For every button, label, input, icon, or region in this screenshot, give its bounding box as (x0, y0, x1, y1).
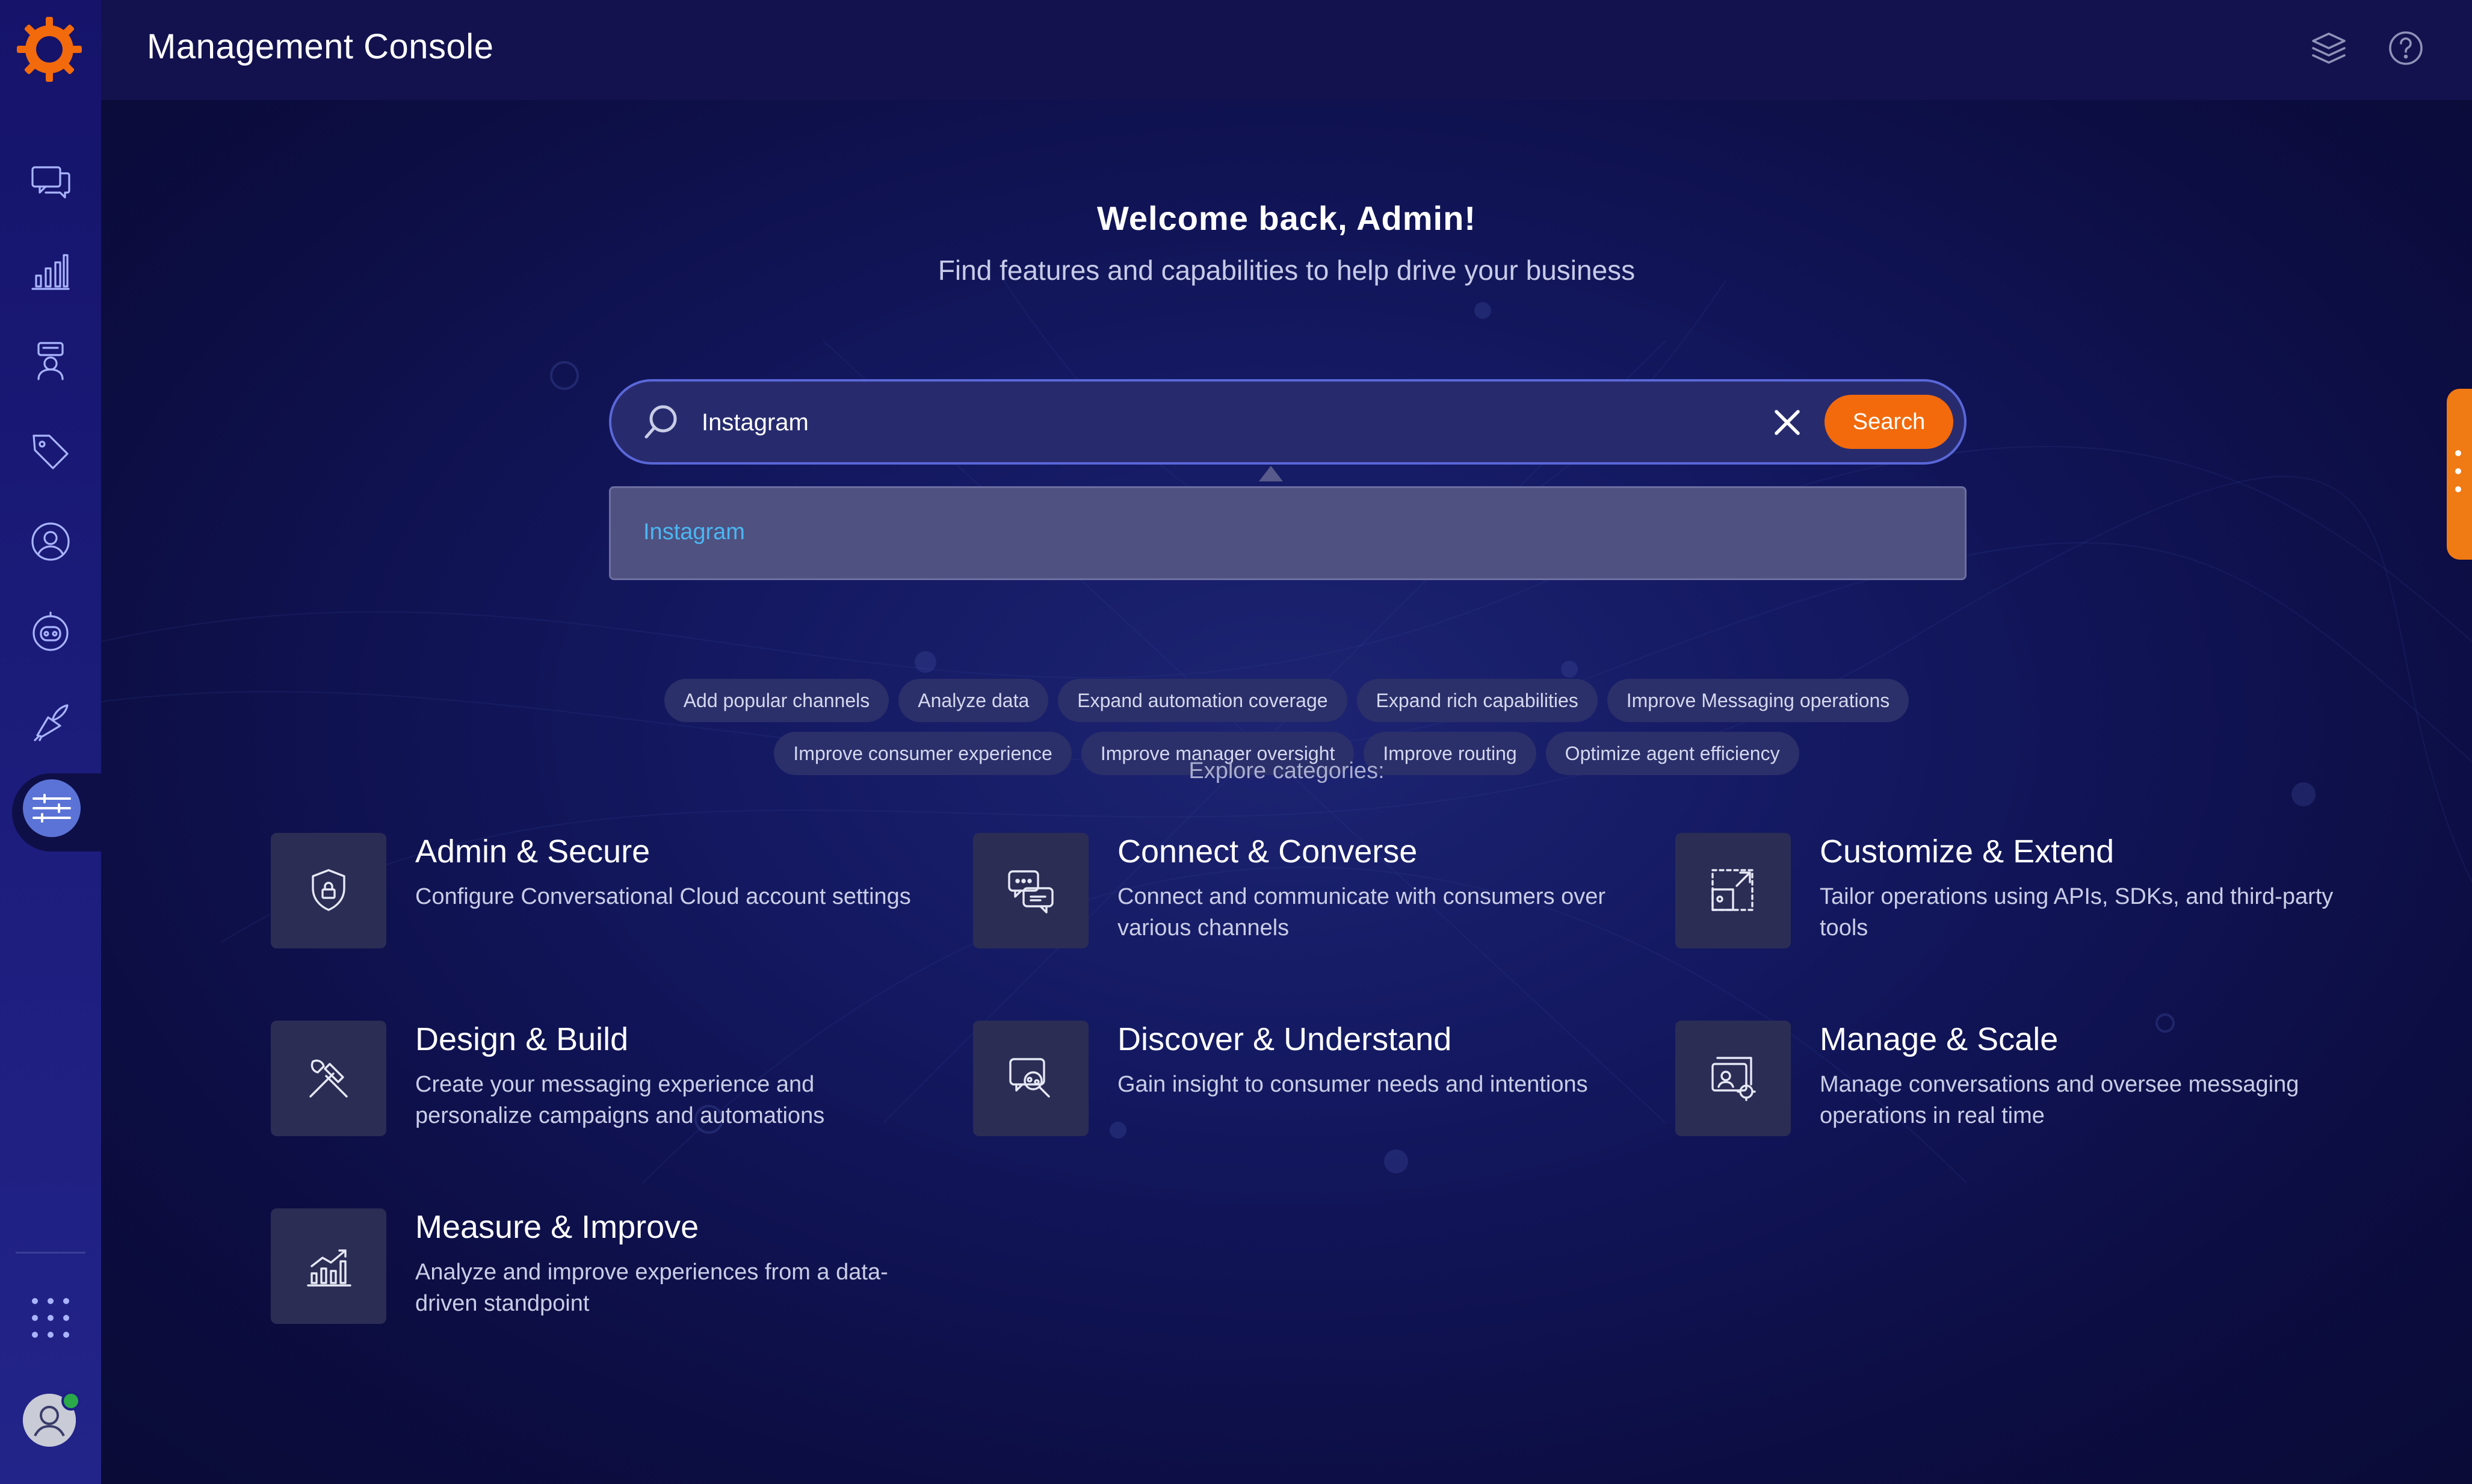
shield-lock-icon (312, 869, 345, 911)
agent-workspace-icon[interactable] (26, 337, 75, 385)
category-description: Tailor operations using APIs, SDKs, and … (1820, 884, 2334, 941)
analytics-icon[interactable] (26, 247, 75, 295)
category-tile (271, 1021, 386, 1136)
chip[interactable]: Expand automation coverage (1058, 679, 1347, 722)
tools-icon (309, 1059, 348, 1098)
chips-row-1: Add popular channels Analyze data Expand… (101, 679, 2472, 722)
category-title: Admin & Secure (415, 833, 650, 870)
category-tile (973, 1021, 1089, 1136)
welcome-title: Welcome back, Admin! (1097, 199, 1476, 237)
suggestion-item[interactable]: Instagram (643, 519, 745, 545)
drawer-dot (2455, 450, 2461, 456)
nav-active-item[interactable] (0, 767, 101, 858)
search-input[interactable] (702, 400, 1725, 445)
category-connect-converse[interactable]: Connect & Converse Connect and communica… (973, 833, 1647, 953)
category-customize-extend[interactable]: Customize & Extend Tailor operations usi… (1675, 833, 2349, 953)
search-button[interactable]: Search (1825, 395, 1953, 449)
category-tile (1675, 1021, 1791, 1136)
chip[interactable]: Analyze data (898, 679, 1049, 722)
category-tile (973, 833, 1089, 948)
drawer-dot (2455, 486, 2461, 492)
category-title: Manage & Scale (1820, 1021, 2059, 1057)
sidebar (0, 0, 101, 1484)
category-admin-secure[interactable]: Admin & Secure Configure Conversational … (271, 833, 945, 953)
category-title: Design & Build (415, 1021, 629, 1057)
category-design-build[interactable]: Design & Build Create your messaging exp… (271, 1021, 945, 1141)
app-title: Management Console (147, 27, 494, 66)
suggestion-caret (1259, 466, 1283, 481)
extend-icon (1711, 869, 1754, 911)
chip[interactable]: Add popular channels (664, 679, 889, 722)
chip[interactable]: Expand rich capabilities (1356, 679, 1598, 722)
conversations-icon[interactable] (26, 156, 75, 205)
users-icon[interactable] (26, 518, 75, 566)
drawer-dot (2455, 468, 2461, 474)
user-avatar[interactable] (23, 1391, 81, 1447)
chip[interactable]: Improve Messaging operations (1607, 679, 1909, 722)
apps-grid-icon[interactable] (26, 1294, 75, 1342)
growth-chart-icon (307, 1249, 351, 1287)
category-description: Configure Conversational Cloud account s… (415, 884, 911, 909)
category-tile (271, 833, 386, 948)
category-description: Create your messaging experience and per… (415, 1072, 825, 1128)
top-bar: Management Console (101, 0, 2472, 100)
help-icon[interactable] (2384, 26, 2427, 70)
main-content: Welcome back, Admin! Find features and c… (101, 100, 2472, 1484)
layers-icon[interactable] (2307, 26, 2350, 70)
search-icon (641, 403, 680, 442)
campaigns-icon[interactable] (26, 698, 75, 746)
category-tile (271, 1208, 386, 1324)
manage-settings-icon (1711, 1057, 1756, 1101)
clear-search-icon[interactable] (1770, 406, 1804, 439)
logo-icon[interactable] (16, 16, 83, 83)
tag-icon[interactable] (26, 427, 75, 475)
insight-search-icon (1009, 1058, 1050, 1098)
side-drawer-tab[interactable] (2447, 389, 2472, 560)
search-box: Search (609, 379, 1967, 465)
category-title: Connect & Converse (1117, 833, 1418, 870)
category-description: Gain insight to consumer needs and inten… (1117, 1072, 1588, 1097)
category-title: Discover & Understand (1117, 1021, 1452, 1057)
category-discover-understand[interactable]: Discover & Understand Gain insight to co… (973, 1021, 1647, 1141)
category-description: Analyze and improve experiences from a d… (415, 1260, 888, 1316)
welcome-subtitle: Find features and capabilities to help d… (938, 255, 1636, 286)
category-title: Customize & Extend (1820, 833, 2115, 870)
category-measure-improve[interactable]: Measure & Improve Analyze and improve ex… (271, 1208, 945, 1329)
category-title: Measure & Improve (415, 1209, 699, 1245)
bot-icon[interactable] (26, 608, 75, 656)
category-description: Connect and communicate with consumers o… (1117, 884, 1606, 941)
category-description: Manage conversations and oversee messagi… (1820, 1072, 2299, 1128)
category-manage-scale[interactable]: Manage & Scale Manage conversations and … (1675, 1021, 2349, 1141)
search-suggestions: Instagram (609, 486, 1967, 580)
online-status-badge (61, 1391, 81, 1411)
chat-bubbles-icon (1008, 870, 1054, 914)
category-tile (1675, 833, 1791, 948)
explore-categories-label: Explore categories: (1188, 758, 1385, 784)
sidebar-divider (16, 1252, 85, 1254)
management-sliders-icon[interactable] (23, 779, 81, 837)
